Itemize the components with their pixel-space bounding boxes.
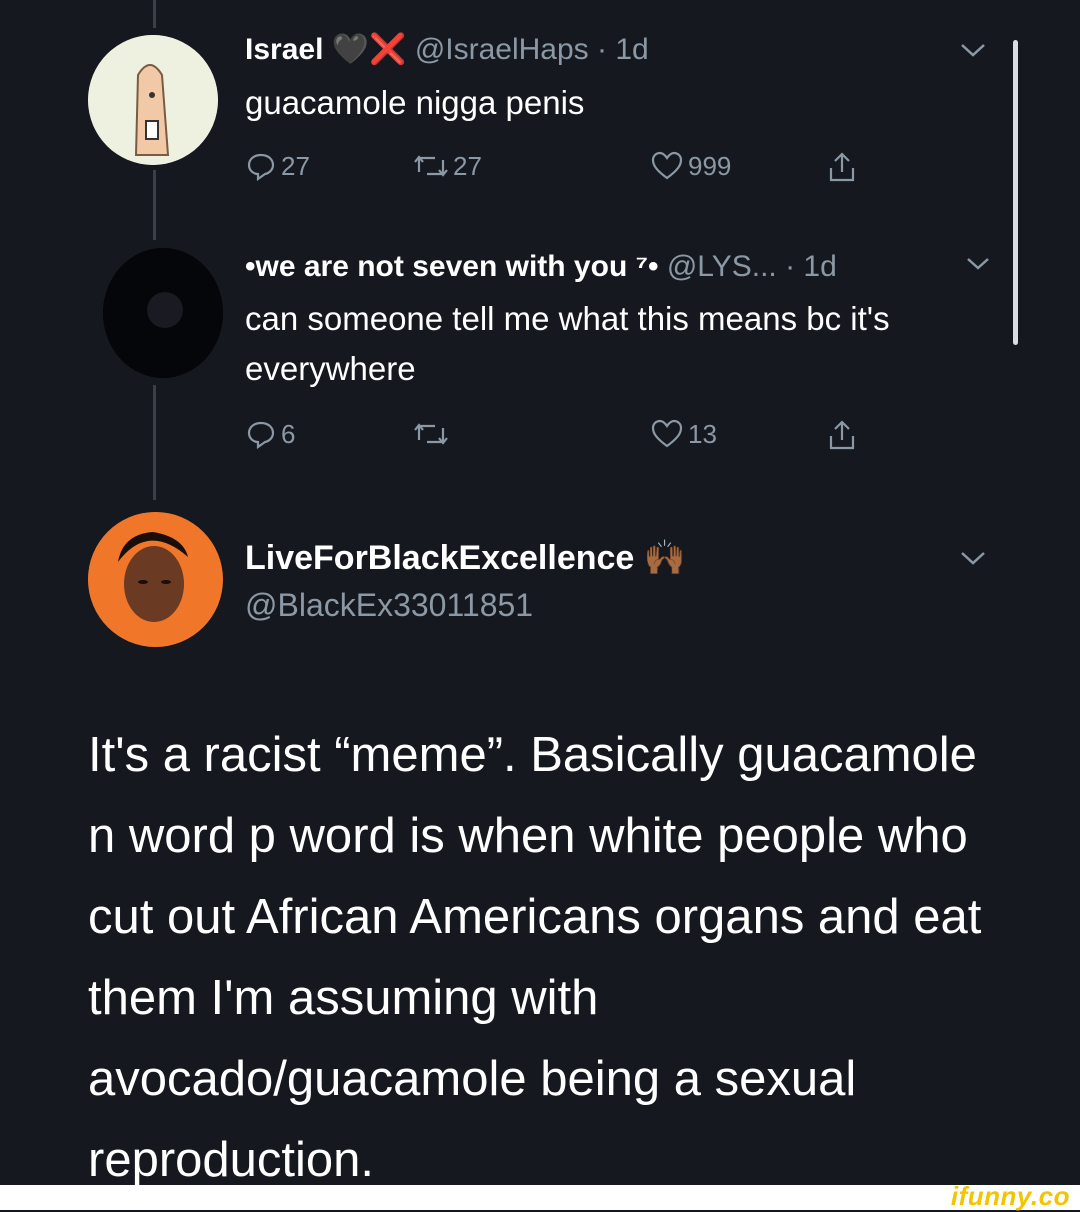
tweet-text: can someone tell me what this means bc i… [245,300,890,387]
thread-line [153,385,156,500]
like-button[interactable]: 13 [650,418,717,450]
avatar-lys[interactable] [103,248,223,378]
like-count: 13 [688,418,717,449]
like-icon [650,150,684,182]
tweet-header: •we are not seven with you ⁷• @LYS... · … [245,250,837,284]
retweet-icon [413,150,449,182]
timestamp[interactable]: · 1d [597,33,649,66]
reply-button[interactable]: 6 [245,418,295,450]
reply-count: 6 [281,418,296,449]
thread-line [153,0,156,28]
tweet-actions: 27 27 999 [245,150,945,190]
name-emoji: 🙌🏾 [643,539,687,577]
display-name[interactable]: •we are not seven with you ⁷• [245,250,658,283]
share-button[interactable] [827,150,857,184]
tweet-header: LiveForBlackExcellence 🙌🏾 [245,538,686,578]
like-count: 999 [688,150,732,181]
share-icon [827,418,857,452]
footer-bar [0,1185,1080,1210]
timestamp[interactable]: · 1d [785,250,837,283]
chevron-down-icon[interactable] [958,548,988,573]
thread-line [153,170,156,240]
tweet-text: It's a racist “meme”. Basically guacamol… [88,728,982,1185]
retweet-count: 27 [453,150,482,181]
reply-button[interactable]: 27 [245,150,310,182]
avatar-israel[interactable] [88,35,218,165]
like-button[interactable]: 999 [650,150,731,182]
reply-count: 27 [281,150,310,181]
share-button[interactable] [827,418,857,452]
chevron-down-icon[interactable] [965,255,991,278]
handle[interactable]: @LYS... [667,250,777,283]
retweet-button[interactable]: 27 [413,150,482,182]
display-name[interactable]: LiveForBlackExcellence [245,539,634,577]
watermark: ifunny.co [950,1181,1070,1211]
retweet-button[interactable] [413,418,453,450]
handle[interactable]: @BlackEx33011851 [245,587,533,624]
display-name[interactable]: Israel [245,33,323,66]
scrollbar[interactable] [1013,40,1018,345]
chevron-down-icon[interactable] [958,40,988,65]
tweet-text: guacamole nigga penis [245,84,585,121]
name-emoji: 🖤❌ [331,33,407,66]
avatar-liveforblackexcellence[interactable] [88,512,223,647]
reply-icon [245,150,277,182]
tweet-header: Israel 🖤❌ @IsraelHaps · 1d [245,32,649,67]
retweet-icon [413,418,449,450]
handle[interactable]: @IsraelHaps [415,33,589,66]
like-icon [650,418,684,450]
reply-icon [245,418,277,450]
screenshot: Israel 🖤❌ @IsraelHaps · 1d guacamole nig… [0,0,1080,1185]
share-icon [827,150,857,184]
tweet-actions: 6 13 [245,418,945,458]
